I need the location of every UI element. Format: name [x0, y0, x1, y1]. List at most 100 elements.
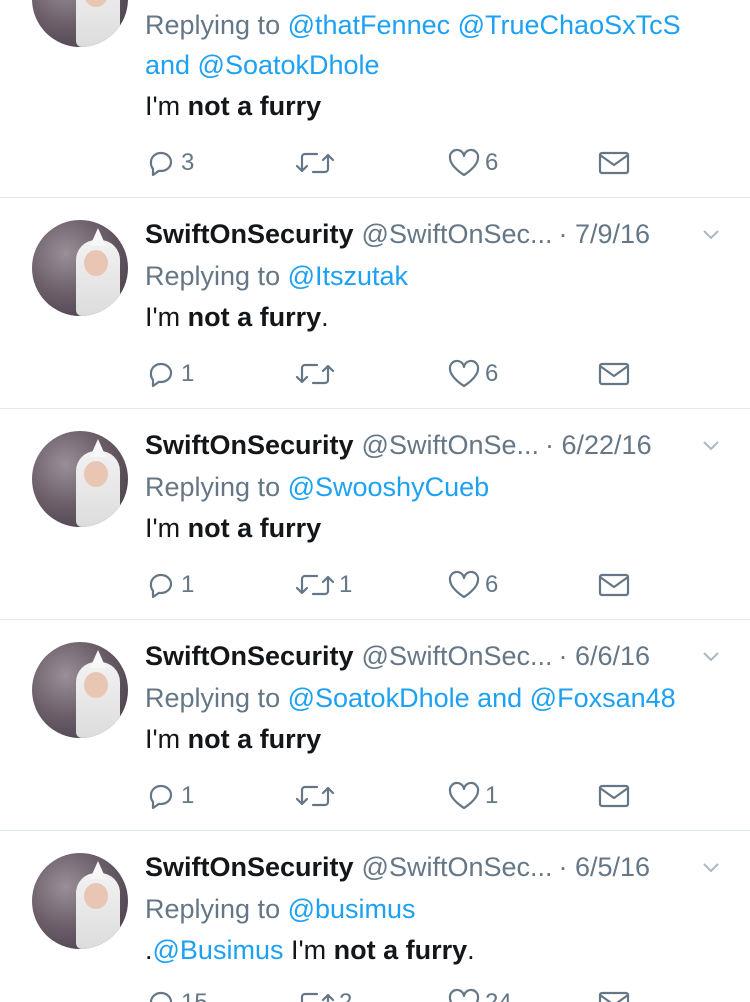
retweet-button[interactable]	[295, 778, 339, 814]
replying-mentions[interactable]: and @SoatokDhole	[145, 50, 380, 80]
heart-icon	[448, 359, 480, 388]
retweet-button[interactable]: 2	[295, 985, 352, 1002]
reply-button[interactable]: 1	[145, 567, 194, 603]
tweet-text: I'm not a furry	[145, 724, 322, 754]
like-button[interactable]: 6	[447, 356, 498, 392]
reply-count: 15	[181, 989, 208, 1002]
like-count: 6	[485, 360, 499, 387]
reply-icon	[149, 151, 173, 177]
like-count: 1	[485, 782, 499, 809]
replying-label: Replying to	[145, 261, 281, 291]
display-name[interactable]: SwiftOnSecurity	[145, 641, 354, 671]
timestamp[interactable]: · 6/5/16	[559, 852, 651, 882]
like-button[interactable]: 6	[447, 145, 498, 181]
tweet-text: I'm not a furry.	[145, 302, 329, 332]
chevron-down-icon[interactable]	[702, 229, 720, 241]
replying-to: Replying to @busimus	[145, 889, 416, 929]
envelope-icon	[598, 151, 630, 175]
like-button[interactable]: 24	[447, 985, 512, 1002]
reply-icon	[149, 362, 173, 388]
reply-button[interactable]: 15	[145, 985, 208, 1002]
like-button[interactable]: 6	[447, 567, 498, 603]
reply-icon	[149, 784, 173, 810]
replying-to: Replying to @SoatokDhole and @Foxsan48	[145, 678, 676, 718]
replying-mentions[interactable]: @thatFennec @TrueChaoSxTcS	[288, 10, 681, 40]
avatar[interactable]	[32, 853, 128, 949]
replying-label: Replying to	[145, 472, 281, 502]
chevron-down-icon[interactable]	[702, 862, 720, 874]
retweet-count: 1	[339, 571, 353, 598]
display-name[interactable]: SwiftOnSecurity	[145, 430, 354, 460]
heart-icon	[448, 570, 480, 599]
tweet-text: I'm not a furry	[145, 91, 322, 121]
display-name[interactable]: SwiftOnSecurity	[145, 219, 354, 249]
username[interactable]: @SwiftOnSec...	[362, 219, 553, 249]
tweet-actions: 15 2 24	[145, 985, 645, 1002]
reply-count: 1	[181, 360, 195, 387]
tweet-header: SwiftOnSecurity @SwiftOnSec... · 7/9/16	[145, 217, 720, 251]
avatar[interactable]	[32, 220, 128, 316]
direct-message-button[interactable]	[597, 985, 631, 1002]
tweet-actions: 1 1 6	[145, 567, 645, 603]
envelope-icon	[598, 362, 630, 386]
reply-button[interactable]: 1	[145, 778, 194, 814]
replying-to: Replying to @Itszutak	[145, 256, 408, 296]
tweet-feed: Replying to @thatFennec @TrueChaoSxTcS a…	[0, 0, 750, 1002]
tweet-header: SwiftOnSecurity @SwiftOnSe... · 6/22/16	[145, 428, 720, 462]
reply-icon	[149, 991, 173, 1002]
username[interactable]: @SwiftOnSe...	[362, 430, 539, 460]
reply-button[interactable]: 1	[145, 356, 194, 392]
username[interactable]: @SwiftOnSec...	[362, 852, 553, 882]
retweet-icon	[295, 152, 335, 174]
reply-button[interactable]: 3	[145, 145, 194, 181]
replying-label: Replying to	[145, 683, 281, 713]
tweet[interactable]: SwiftOnSecurity @SwiftOnSec... · 7/9/16 Re…	[0, 198, 750, 409]
replying-label: Replying to	[145, 894, 281, 924]
replying-mentions[interactable]: @SwooshyCueb	[288, 472, 490, 502]
tweet-header: SwiftOnSecurity @SwiftOnSec... · 6/6/16	[145, 639, 720, 673]
replying-mentions[interactable]: @busimus	[288, 894, 416, 924]
timestamp[interactable]: · 7/9/16	[559, 219, 651, 249]
avatar[interactable]	[32, 431, 128, 527]
tweet[interactable]: Replying to @thatFennec @TrueChaoSxTcS a…	[0, 0, 750, 198]
like-count: 24	[485, 989, 512, 1002]
retweet-icon	[295, 574, 335, 596]
tweet[interactable]: SwiftOnSecurity @SwiftOnSec... · 6/5/16 Re…	[0, 831, 750, 1002]
tweet-header: SwiftOnSecurity @SwiftOnSec... · 6/5/16	[145, 850, 720, 884]
avatar[interactable]	[32, 642, 128, 738]
like-button[interactable]: 1	[447, 778, 498, 814]
direct-message-button[interactable]	[597, 567, 631, 603]
username[interactable]: @SwiftOnSec...	[362, 641, 553, 671]
direct-message-button[interactable]	[597, 778, 631, 814]
replying-mentions[interactable]: @SoatokDhole and @Foxsan48	[288, 683, 676, 713]
like-count: 6	[485, 149, 499, 176]
reply-count: 3	[181, 149, 195, 176]
replying-mentions[interactable]: @Itszutak	[288, 261, 408, 291]
tweet[interactable]: SwiftOnSecurity @SwiftOnSec... · 6/6/16 Re…	[0, 620, 750, 831]
tweet-actions: 1 1	[145, 778, 645, 814]
tweet-actions: 1 6	[145, 356, 645, 392]
replying-to-continued[interactable]: and @SoatokDhole	[145, 45, 380, 85]
direct-message-button[interactable]	[597, 145, 631, 181]
reply-count: 1	[181, 782, 195, 809]
heart-icon	[448, 781, 480, 810]
display-name[interactable]: SwiftOnSecurity	[145, 852, 354, 882]
envelope-icon	[598, 784, 630, 808]
retweet-button[interactable]	[295, 145, 339, 181]
timestamp[interactable]: · 6/6/16	[559, 641, 651, 671]
direct-message-button[interactable]	[597, 356, 631, 392]
like-count: 6	[485, 571, 499, 598]
envelope-icon	[598, 573, 630, 597]
tweet[interactable]: SwiftOnSecurity @SwiftOnSe... · 6/22/16 Re…	[0, 409, 750, 620]
retweet-button[interactable]: 1	[295, 567, 352, 603]
replying-label: Replying to	[145, 10, 281, 40]
heart-icon	[448, 148, 480, 177]
reply-icon	[149, 573, 173, 599]
retweet-button[interactable]	[295, 356, 339, 392]
chevron-down-icon[interactable]	[702, 440, 720, 452]
chevron-down-icon[interactable]	[702, 651, 720, 663]
timestamp[interactable]: · 6/22/16	[545, 430, 652, 460]
tweet-text: I'm not a furry	[145, 513, 322, 543]
avatar[interactable]	[32, 0, 128, 47]
mention-link[interactable]: @Busimus	[153, 935, 284, 965]
